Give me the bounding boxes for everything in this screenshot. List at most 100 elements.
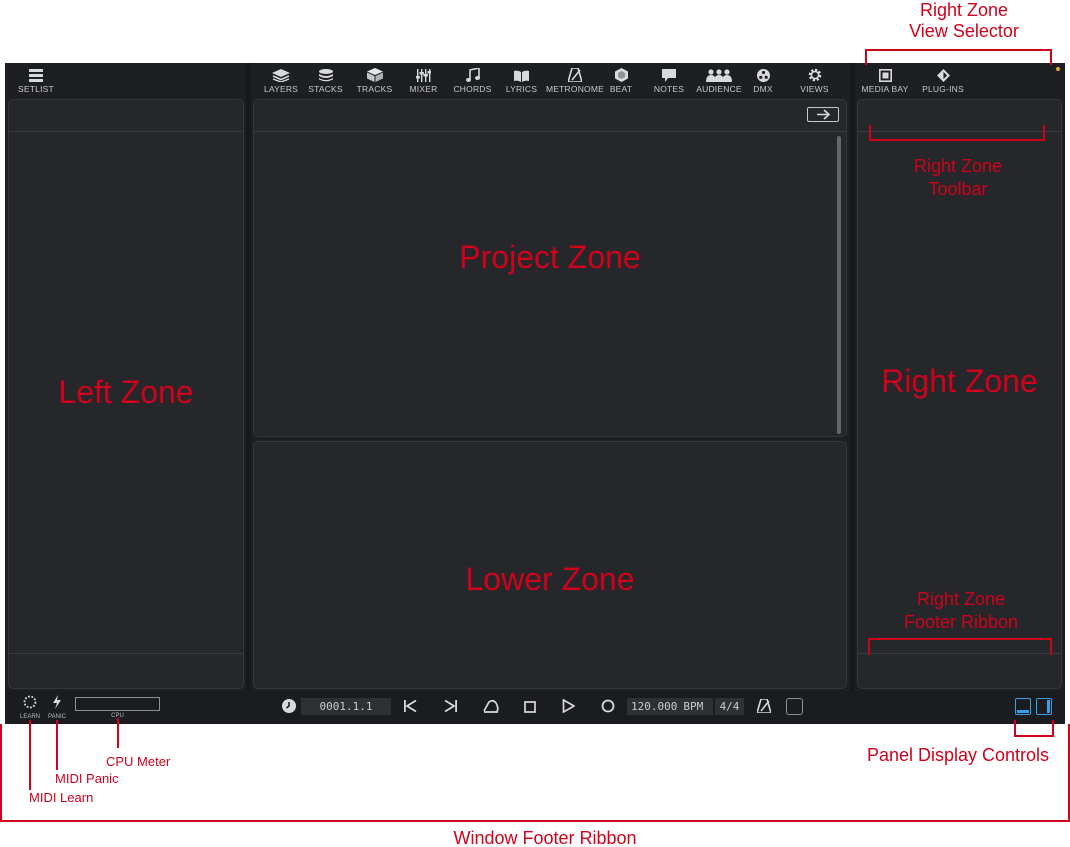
callout-line: Footer Ribbon xyxy=(903,612,1019,632)
beat-icon xyxy=(614,68,628,82)
tab-media-bay[interactable]: MEDIA BAY xyxy=(860,63,910,97)
tab-layers[interactable]: LAYERS xyxy=(261,63,301,97)
stacks-icon xyxy=(318,69,333,82)
right-zone-view-selector: MEDIA BAY PLUG-INS xyxy=(860,63,976,97)
lightning-icon xyxy=(53,695,61,709)
tab-metronome[interactable]: METRONOME xyxy=(546,63,604,97)
position-display[interactable]: 0001.1.1 xyxy=(301,698,391,715)
midi-learn-icon xyxy=(23,695,37,709)
tab-chords[interactable]: CHORDS xyxy=(448,63,497,97)
midi-learn-button[interactable]: LEARN xyxy=(19,695,41,721)
metronome-icon xyxy=(568,68,582,82)
tab-notes[interactable]: NOTES xyxy=(638,63,700,97)
callout-line: Toolbar xyxy=(928,179,988,199)
left-zone-toolbar-divider xyxy=(9,131,243,132)
media-bay-icon xyxy=(878,69,892,82)
tab-beat[interactable]: BEAT xyxy=(604,63,638,97)
tab-label: STACKS xyxy=(308,84,343,94)
tab-label: TRACKS xyxy=(356,84,393,94)
tab-setlist[interactable]: SETLIST xyxy=(17,63,55,97)
time-signature-display[interactable]: 4/4 xyxy=(715,698,744,715)
left-zone-label: Left Zone xyxy=(58,374,194,410)
tab-label: LYRICS xyxy=(505,84,538,94)
notes-icon xyxy=(662,69,676,82)
right-zone-view-selector-callout: Right Zone View Selector xyxy=(874,0,1054,42)
lower-zone-toggle[interactable] xyxy=(1015,698,1031,715)
views-icon xyxy=(808,68,821,82)
expand-button[interactable] xyxy=(807,107,839,122)
tab-label: PLUG-INS xyxy=(922,84,964,94)
project-zone-label: Project Zone xyxy=(459,239,641,275)
next-marker-button[interactable] xyxy=(444,699,458,718)
skip-back-icon xyxy=(404,699,417,713)
center-zone-tabbar: LAYERS STACKS TRACKS MIXER CHORDS LYRICS… xyxy=(261,63,841,97)
left-zone-footer-divider xyxy=(9,653,243,654)
tab-label: SETLIST xyxy=(18,84,54,94)
left-zone-tabbar: SETLIST xyxy=(17,63,55,97)
dmx-icon xyxy=(756,69,770,82)
tab-label: MEDIA BAY xyxy=(861,84,909,94)
lower-zone-label: Lower Zone xyxy=(465,561,635,597)
status-indicator-dot xyxy=(1056,67,1060,71)
right-zone-view-selector-bracket xyxy=(865,49,1052,65)
record-icon xyxy=(601,699,615,713)
right-zone-toggle[interactable] xyxy=(1036,698,1052,715)
tab-label: LAYERS xyxy=(263,84,299,94)
tab-mixer[interactable]: MIXER xyxy=(399,63,448,97)
clock-button[interactable] xyxy=(282,699,296,718)
clock-icon xyxy=(282,699,296,713)
cpu-meter xyxy=(75,697,160,711)
right-zone-footer-ribbon-callout: Right Zone Footer Ribbon xyxy=(871,588,1051,634)
tab-label: DMX xyxy=(753,84,773,94)
callout-line: Right Zone xyxy=(919,0,1009,20)
metronome-icon xyxy=(755,698,773,714)
previous-marker-button[interactable] xyxy=(403,699,417,718)
right-zone-toggle-icon xyxy=(1047,700,1050,713)
tab-label: CHORDS xyxy=(453,84,492,94)
chords-icon xyxy=(465,68,480,82)
tempo-unit: BPM xyxy=(683,700,704,713)
tab-tracks[interactable]: TRACKS xyxy=(350,63,399,97)
click-toggle-checkbox[interactable] xyxy=(786,698,803,715)
tab-label: VIEWS xyxy=(800,84,829,94)
right-zone-footer-ribbon-bracket xyxy=(868,638,1052,655)
audience-icon xyxy=(706,69,732,82)
callout-line: View Selector xyxy=(909,21,1019,41)
tab-audience[interactable]: AUDIENCE xyxy=(696,63,742,97)
tab-label: MIXER xyxy=(409,84,438,94)
right-zone-toolbar-bracket xyxy=(869,125,1045,141)
record-button[interactable] xyxy=(601,699,615,718)
tab-label: NOTES xyxy=(653,84,685,94)
tracks-icon xyxy=(366,68,383,82)
right-zone-label: Right Zone xyxy=(881,363,1038,399)
setlist-icon xyxy=(29,69,43,82)
callout-line: Right Zone xyxy=(913,156,1003,176)
tab-stacks[interactable]: STACKS xyxy=(301,63,350,97)
tab-views[interactable]: VIEWS xyxy=(788,63,841,97)
lyrics-icon xyxy=(514,70,529,82)
lower-zone-toggle-icon xyxy=(1017,710,1029,713)
mixer-icon xyxy=(416,69,431,82)
skip-forward-icon xyxy=(444,699,457,713)
cycle-button[interactable] xyxy=(482,699,500,718)
arrow-right-icon xyxy=(817,109,831,120)
project-zone-toolbar-divider xyxy=(254,131,846,132)
stop-button[interactable] xyxy=(524,700,536,718)
play-button[interactable] xyxy=(562,698,576,718)
tab-lyrics[interactable]: LYRICS xyxy=(497,63,546,97)
layers-icon xyxy=(272,69,290,82)
right-zone-toolbar-callout: Right Zone Toolbar xyxy=(868,155,1048,201)
cycle-icon xyxy=(483,699,499,713)
play-icon xyxy=(562,698,576,714)
tempo-value: 120.000 xyxy=(631,700,678,713)
metronome-button[interactable] xyxy=(755,698,773,718)
callout-line: Right Zone xyxy=(916,589,1006,609)
tab-plug-ins[interactable]: PLUG-INS xyxy=(910,63,976,97)
window-footer-ribbon-bracket xyxy=(0,724,1070,822)
tab-label: BEAT xyxy=(609,84,633,94)
tempo-display[interactable]: 120.000 BPM xyxy=(627,698,713,715)
vertical-scrollbar[interactable] xyxy=(837,136,841,434)
tab-dmx[interactable]: DMX xyxy=(738,63,788,97)
tab-label: METRONOME xyxy=(546,84,604,94)
midi-panic-button[interactable]: PANIC xyxy=(45,695,69,721)
